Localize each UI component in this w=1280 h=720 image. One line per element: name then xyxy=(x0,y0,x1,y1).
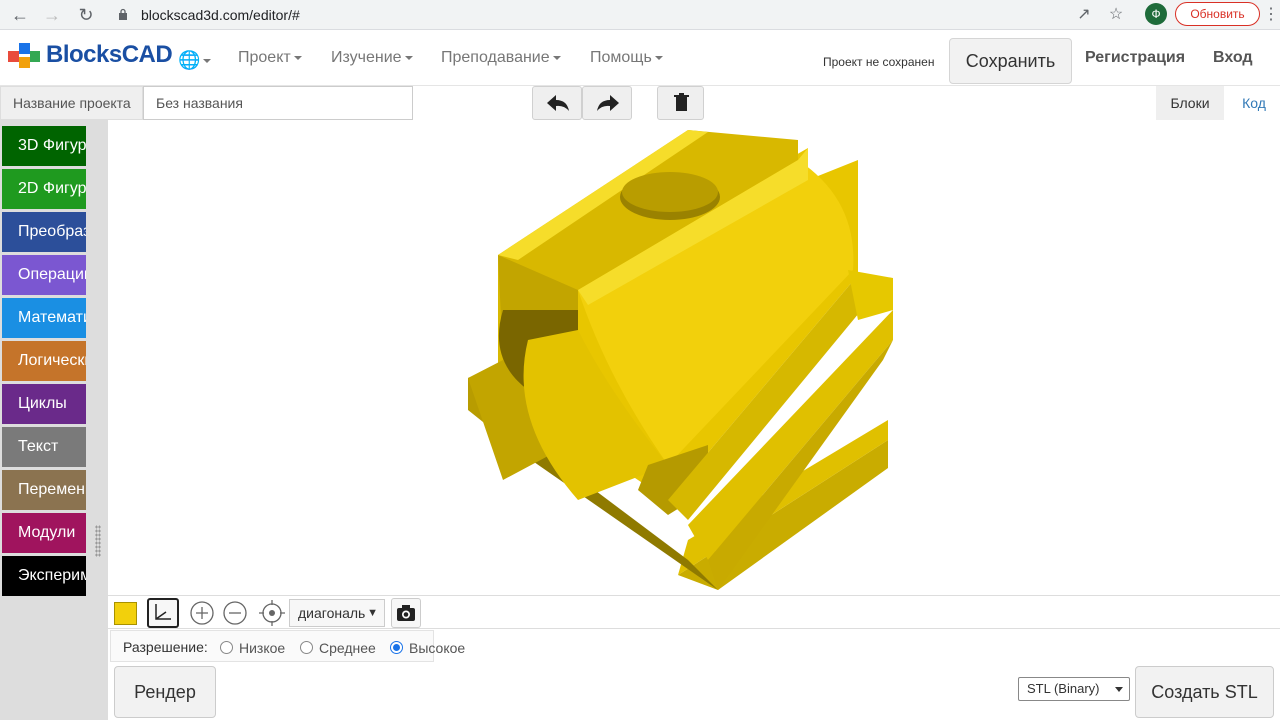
zoom-out-icon xyxy=(223,601,247,625)
language-globe-icon[interactable]: 🌐 xyxy=(178,50,211,71)
category-math[interactable]: Математика xyxy=(2,298,86,338)
category-2d-shapes[interactable]: 2D Фигуры xyxy=(2,169,86,209)
avatar[interactable]: Ф xyxy=(1145,3,1167,25)
category-operations[interactable]: Операции xyxy=(2,255,86,295)
3d-model-render xyxy=(468,130,893,590)
menu-help[interactable]: Помощь xyxy=(590,49,663,67)
view-direction-select[interactable]: диагональ ▼ xyxy=(289,599,385,627)
login-link[interactable]: Вход xyxy=(1213,49,1253,67)
more-menu-icon[interactable]: ⋮ xyxy=(1263,4,1279,24)
radio-medium[interactable] xyxy=(300,641,313,654)
category-experiments[interactable]: Эксперименты xyxy=(2,556,86,596)
menu-project[interactable]: Проект xyxy=(238,49,302,67)
create-stl-button[interactable]: Создать STL xyxy=(1135,666,1274,718)
zoom-in-button[interactable] xyxy=(186,598,218,628)
zoom-in-icon xyxy=(190,601,214,625)
reset-view-button[interactable] xyxy=(256,598,288,628)
radio-high-label[interactable]: Высокое xyxy=(409,640,465,656)
3d-viewport[interactable] xyxy=(108,120,1280,595)
render-button[interactable]: Рендер xyxy=(114,666,216,718)
view-direction-value: диагональ xyxy=(298,605,366,621)
back-arrow-icon[interactable]: ← xyxy=(10,5,30,25)
chevron-down-icon: ▼ xyxy=(367,607,378,619)
delete-button[interactable] xyxy=(657,86,704,120)
axes-toggle-button[interactable] xyxy=(147,598,179,628)
resolution-group: Разрешение: Низкое Среднее Высокое xyxy=(110,630,465,662)
reload-icon[interactable]: ↻ xyxy=(76,5,96,25)
radio-high[interactable] xyxy=(390,641,403,654)
resolution-label: Разрешение: xyxy=(123,639,208,655)
category-loops[interactable]: Циклы xyxy=(2,384,86,424)
export-format-select[interactable]: STL (Binary) xyxy=(1018,677,1130,701)
project-name-label: Название проекта xyxy=(0,86,143,120)
tab-code[interactable]: Код xyxy=(1232,86,1276,120)
share-icon[interactable]: ↗ xyxy=(1074,5,1094,25)
target-icon xyxy=(259,600,285,626)
category-modules[interactable]: Модули xyxy=(2,513,86,553)
update-button[interactable]: Обновить xyxy=(1175,2,1260,26)
radio-low-label[interactable]: Низкое xyxy=(239,640,285,656)
app-navbar: BlocksCAD 🌐 Проект Изучение Преподавание… xyxy=(0,30,1280,86)
redo-icon xyxy=(597,95,619,111)
resize-handle[interactable] xyxy=(95,525,101,557)
redo-button[interactable] xyxy=(582,86,632,120)
export-format-value: STL (Binary) xyxy=(1027,681,1100,696)
category-variables[interactable]: Переменные xyxy=(2,470,86,510)
address-bar[interactable]: blockscad3d.com/editor/# xyxy=(141,7,300,23)
radio-medium-label[interactable]: Среднее xyxy=(319,640,376,656)
axes-icon xyxy=(155,604,171,620)
category-3d-shapes[interactable]: 3D Фигуры xyxy=(2,126,86,166)
model-color-picker[interactable] xyxy=(114,602,137,625)
menu-teaching[interactable]: Преподавание xyxy=(441,49,561,67)
category-text[interactable]: Текст xyxy=(2,427,86,467)
category-transforms[interactable]: Преобразования xyxy=(2,212,86,252)
camera-icon xyxy=(397,605,415,621)
browser-toolbar: ← → ↻ blockscad3d.com/editor/# ↗ ☆ Ф Обн… xyxy=(0,0,1280,30)
lock-icon xyxy=(119,8,127,20)
forward-arrow-icon[interactable]: → xyxy=(42,5,62,25)
undo-button[interactable] xyxy=(532,86,582,120)
block-category-sidebar: 3D Фигуры 2D Фигуры Преобразования Опера… xyxy=(0,120,108,720)
logo-cubes-icon xyxy=(8,43,40,68)
zoom-out-button[interactable] xyxy=(219,598,251,628)
category-logic[interactable]: Логические xyxy=(2,341,86,381)
project-name-input[interactable]: Без названия xyxy=(143,86,413,120)
tab-blocks[interactable]: Блоки xyxy=(1156,86,1224,120)
save-status: Проект не сохранен xyxy=(823,55,935,69)
logo-text: BlocksCAD xyxy=(46,41,173,68)
register-link[interactable]: Регистрация xyxy=(1085,49,1185,67)
menu-learn[interactable]: Изучение xyxy=(331,49,413,67)
screenshot-button[interactable] xyxy=(391,598,421,628)
save-button[interactable]: Сохранить xyxy=(949,38,1072,84)
trash-icon xyxy=(674,93,689,111)
blockscad-logo[interactable]: BlocksCAD xyxy=(6,39,173,75)
radio-low[interactable] xyxy=(220,641,233,654)
star-icon[interactable]: ☆ xyxy=(1106,5,1126,25)
undo-icon xyxy=(547,95,569,111)
project-name-value: Без названия xyxy=(156,95,243,111)
view-toolbar: диагональ ▼ xyxy=(108,595,1280,629)
